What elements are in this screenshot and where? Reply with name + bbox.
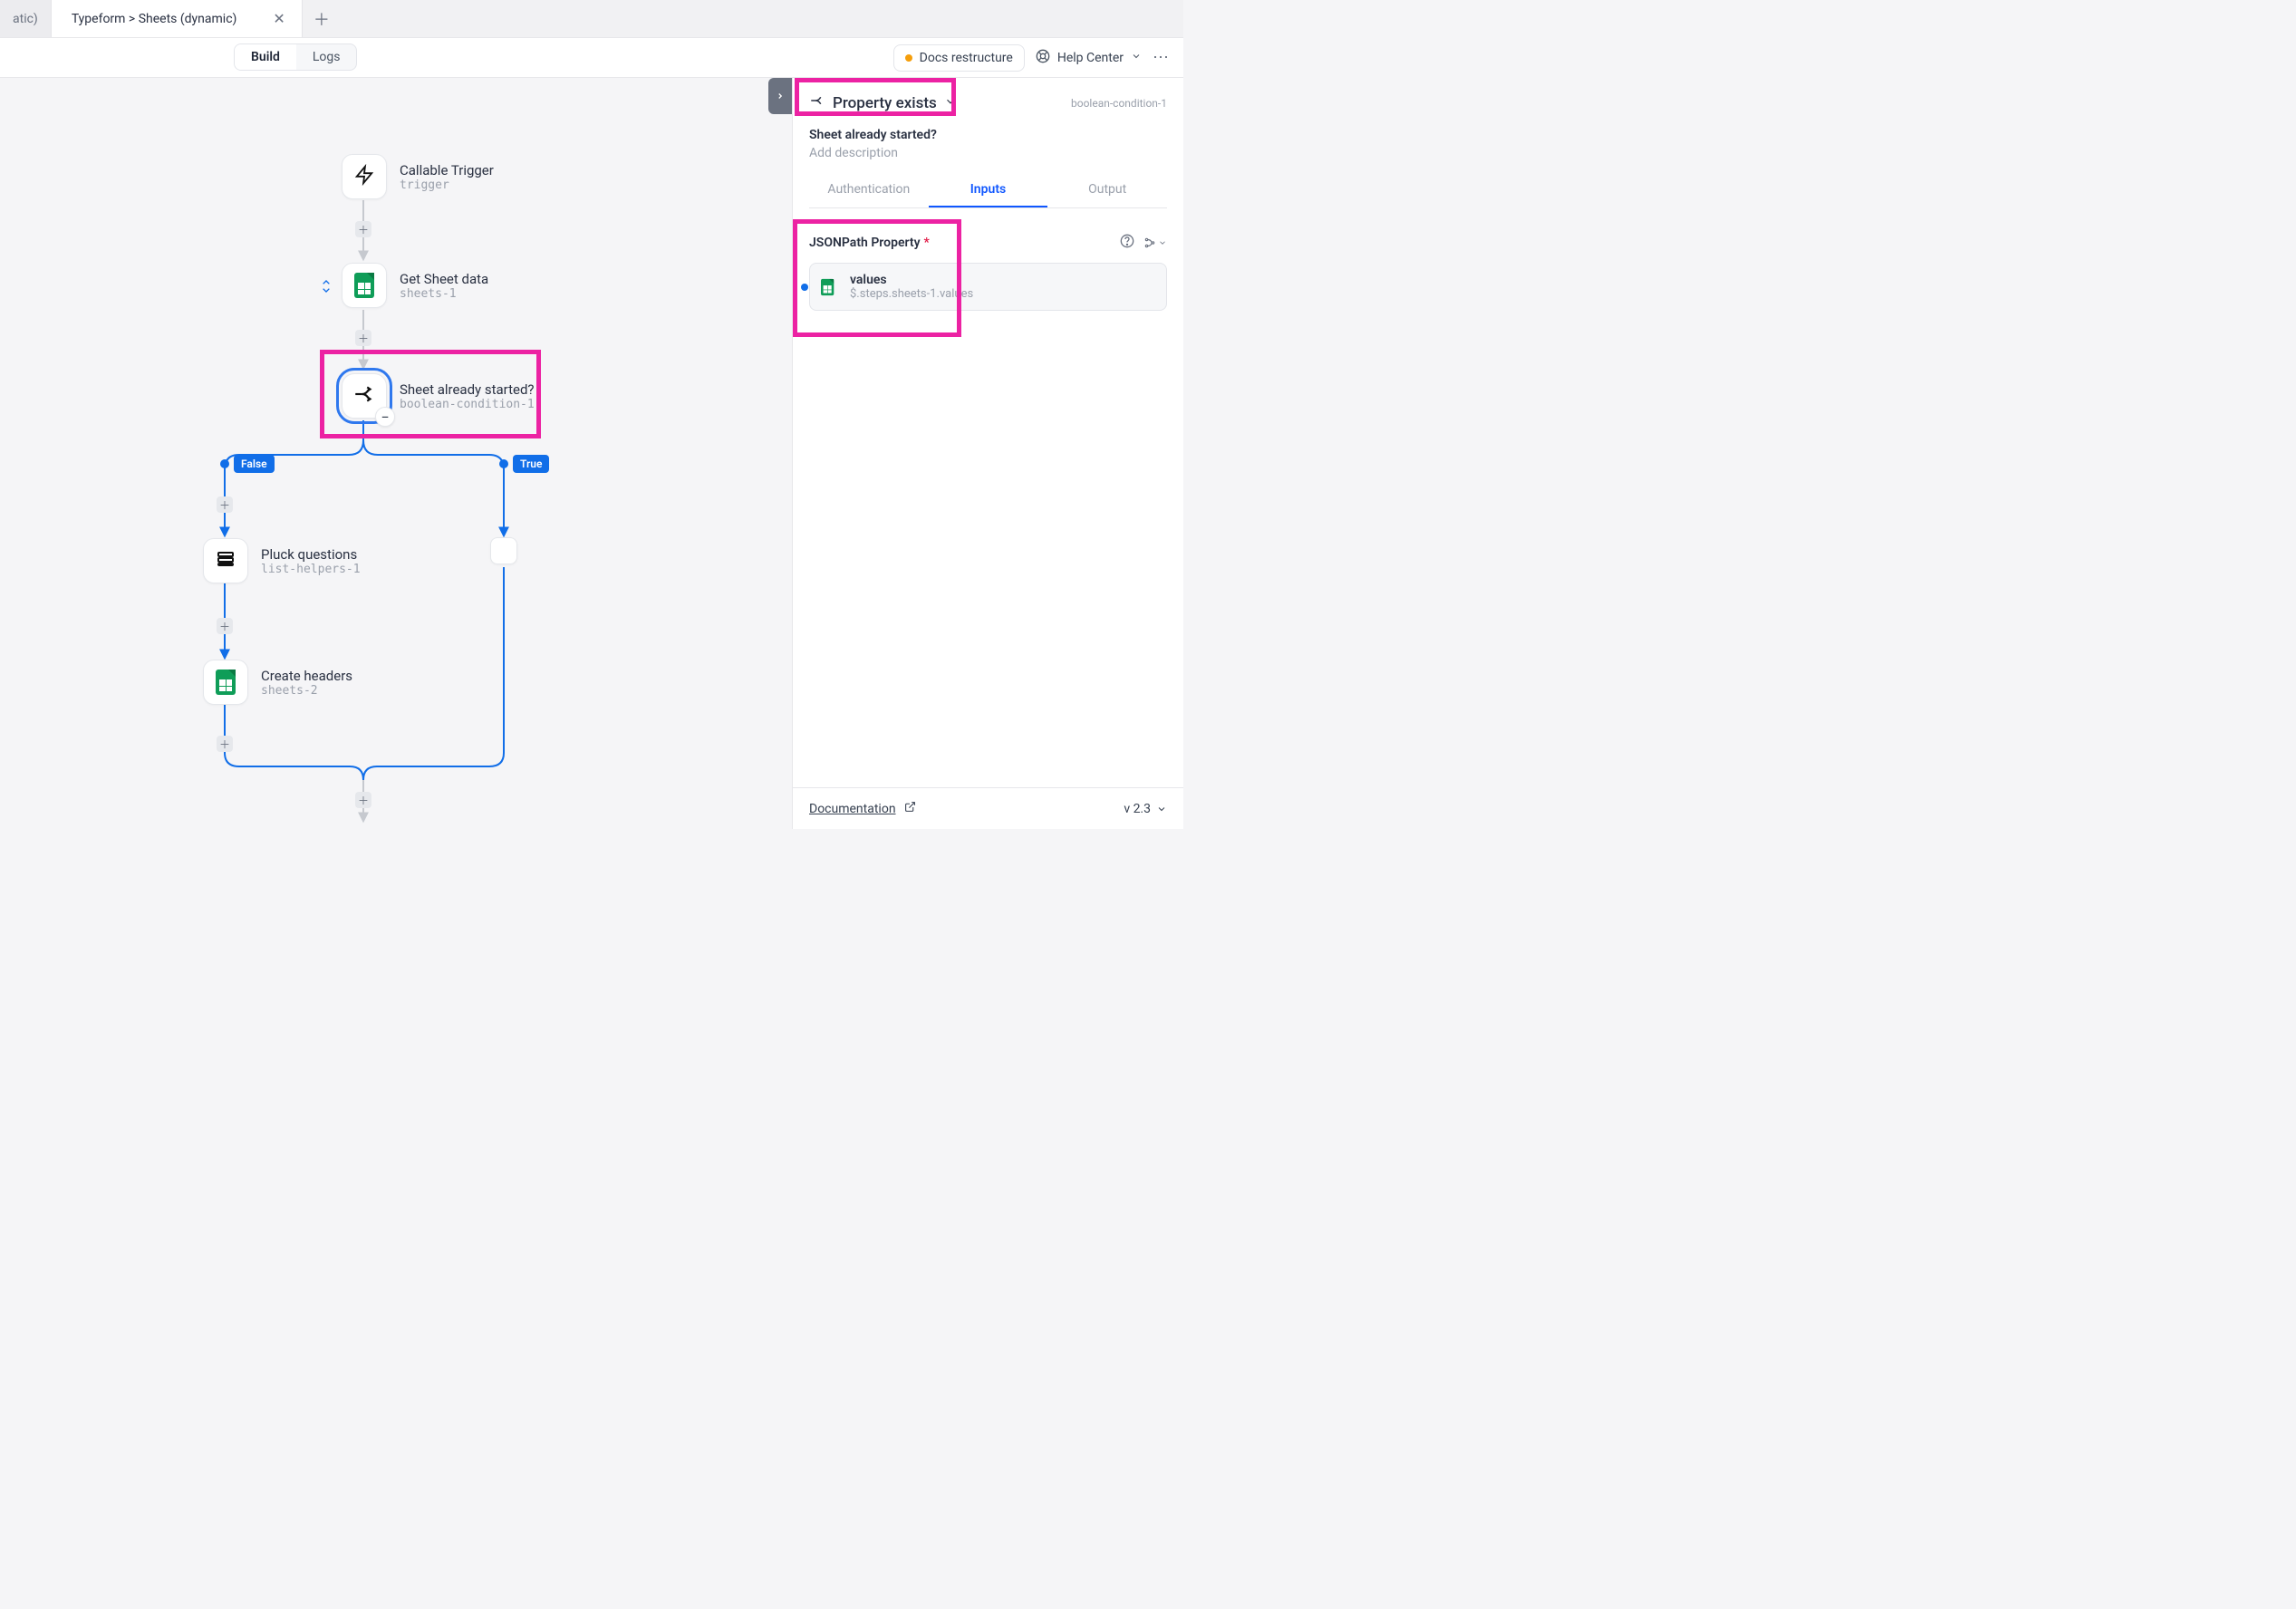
prev-tab-label: atic) <box>13 12 38 26</box>
add-step-icon[interactable]: ＋ <box>355 330 371 346</box>
node-sheets-1[interactable]: Get Sheet data sheets-1 <box>342 263 488 308</box>
help-center-button[interactable]: Help Center <box>1036 49 1142 67</box>
required-asterisk: * <box>924 236 930 250</box>
node-sheets-2-icon-box <box>203 660 248 705</box>
view-tab-logs[interactable]: Logs <box>296 44 357 70</box>
node-sheets-1-title: Get Sheet data <box>400 271 488 287</box>
google-sheets-icon <box>821 278 834 294</box>
version-label: v 2.3 <box>1124 802 1151 816</box>
jsonpath-value-row[interactable]: values $.steps.sheets-1.values <box>809 263 1167 311</box>
status-dot-icon <box>905 54 912 62</box>
field-label-text: JSONPath Property <box>809 236 921 250</box>
add-step-icon[interactable]: ＋ <box>217 736 233 752</box>
close-tab-icon[interactable]: ✕ <box>273 10 285 27</box>
inspector-step-id: boolean-condition-1 <box>1071 97 1167 110</box>
prev-tab-truncated[interactable]: atic) <box>0 0 52 37</box>
node-sheets-2[interactable]: Create headers sheets-2 <box>203 660 352 705</box>
add-step-icon[interactable]: ＋ <box>217 618 233 634</box>
node-list-icon-box <box>203 538 248 583</box>
view-tab-build[interactable]: Build <box>235 44 296 70</box>
branch-label-false[interactable]: False <box>234 455 275 473</box>
node-sheets-1-icon-box <box>342 263 387 308</box>
jsonpath-value-title: values <box>850 273 973 287</box>
inspector-panel: Property exists boolean-condition-1 Shee… <box>792 78 1183 829</box>
add-step-icon[interactable]: ＋ <box>355 792 371 808</box>
branch-dropdown-icon[interactable] <box>1143 234 1167 252</box>
placeholder-box <box>490 537 517 564</box>
connection-dot-icon <box>801 284 808 291</box>
documentation-link[interactable]: Documentation <box>809 801 916 816</box>
node-boolean-condition-icon-box: − <box>342 373 387 419</box>
active-tab[interactable]: Typeform > Sheets (dynamic) ✕ <box>52 0 303 37</box>
branch-dot-true <box>499 459 508 468</box>
node-list-helpers-1[interactable]: Pluck questions list-helpers-1 <box>203 538 361 583</box>
node-pluck-title: Pluck questions <box>261 546 361 563</box>
node-cond-title: Sheet already started? <box>400 381 535 398</box>
documentation-link-text: Documentation <box>809 802 896 816</box>
view-switcher: Build Logs <box>234 43 357 71</box>
tab-authentication[interactable]: Authentication <box>809 173 929 207</box>
node-trigger-title: Callable Trigger <box>400 162 494 178</box>
lifebuoy-icon <box>1036 49 1050 67</box>
list-icon <box>215 548 236 573</box>
workflow-toolbar: Build Logs Docs restructure Help Center … <box>0 38 1183 78</box>
new-tab-button[interactable]: ＋ <box>303 0 341 37</box>
lightning-icon <box>354 162 374 191</box>
add-step-icon[interactable]: ＋ <box>217 496 233 513</box>
inspector-subtitle[interactable]: Sheet already started? <box>809 128 1167 142</box>
tab-inputs[interactable]: Inputs <box>929 173 1048 207</box>
branch-status-label: Docs restructure <box>920 51 1013 65</box>
node-sheets-2-sub: sheets-2 <box>261 684 352 698</box>
add-step-icon[interactable]: ＋ <box>355 221 371 237</box>
expand-vert-icon[interactable] <box>319 279 333 297</box>
version-selector[interactable]: v 2.3 <box>1124 802 1167 816</box>
inspector-title-label: Property exists <box>833 94 937 112</box>
node-boolean-condition[interactable]: − Sheet already started? boolean-conditi… <box>342 373 535 419</box>
inspector-title[interactable]: Property exists <box>809 92 957 113</box>
branch-status-pill[interactable]: Docs restructure <box>893 44 1025 72</box>
more-menu-icon[interactable]: ⋯ <box>1153 48 1171 67</box>
branch-label-true[interactable]: True <box>513 455 549 473</box>
node-trigger[interactable]: Callable Trigger trigger <box>342 154 494 199</box>
google-sheets-icon <box>216 670 236 695</box>
node-cond-sub: boolean-condition-1 <box>400 398 535 411</box>
node-sheets-2-title: Create headers <box>261 668 352 684</box>
branch-icon <box>352 382 376 409</box>
external-link-icon <box>904 802 916 816</box>
chevron-down-icon <box>1131 51 1142 65</box>
node-trigger-icon-box <box>342 154 387 199</box>
browser-tabstrip: atic) Typeform > Sheets (dynamic) ✕ ＋ <box>0 0 1183 38</box>
branch-dot-false <box>220 459 229 468</box>
help-icon[interactable] <box>1120 234 1134 252</box>
field-label-jsonpath: JSONPath Property* <box>809 236 930 250</box>
node-placeholder-true[interactable] <box>490 537 517 564</box>
inspector-tabs: Authentication Inputs Output <box>809 173 1167 208</box>
collapse-icon[interactable]: − <box>375 407 395 427</box>
node-trigger-sub: trigger <box>400 178 494 192</box>
tab-output[interactable]: Output <box>1047 173 1167 207</box>
chevron-down-icon <box>944 94 957 112</box>
active-tab-label: Typeform > Sheets (dynamic) <box>72 12 237 26</box>
inspector-desc-placeholder[interactable]: Add description <box>809 146 1167 160</box>
google-sheets-icon <box>354 273 374 298</box>
panel-collapse-handle[interactable] <box>768 78 792 114</box>
node-pluck-sub: list-helpers-1 <box>261 563 361 576</box>
node-sheets-1-sub: sheets-1 <box>400 287 488 301</box>
help-center-label: Help Center <box>1057 51 1124 65</box>
branch-icon <box>809 92 825 113</box>
jsonpath-value-path: $.steps.sheets-1.values <box>850 287 973 301</box>
